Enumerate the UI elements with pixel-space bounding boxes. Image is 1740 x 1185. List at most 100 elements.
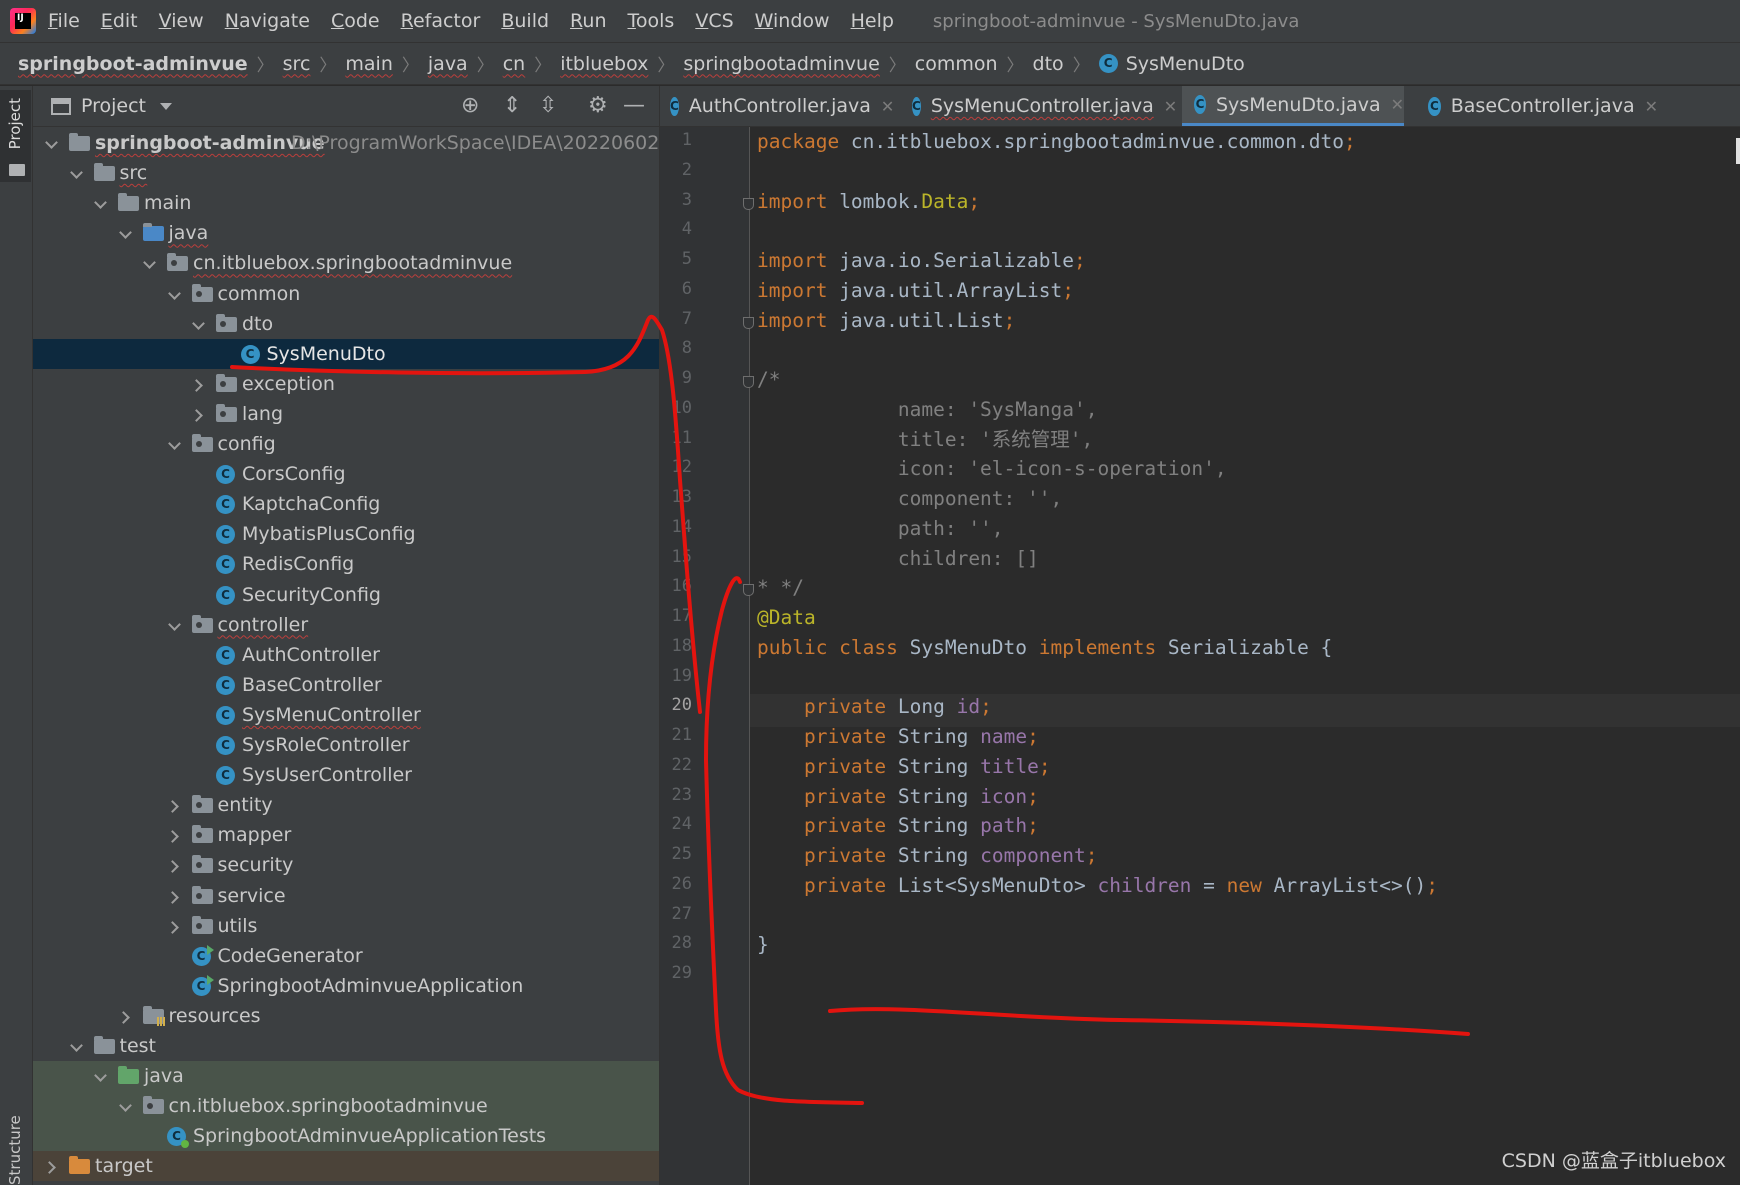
breadcrumb-item-springbootadminvue[interactable]: springbootadminvue: [683, 53, 879, 75]
line-number[interactable]: 17: [660, 606, 692, 626]
tree-item-lang[interactable]: lang: [33, 399, 659, 429]
project-panel-title[interactable]: Project: [81, 95, 146, 117]
breadcrumb-item-src[interactable]: src: [283, 53, 311, 75]
tree-item-corsconfig[interactable]: C CorsConfig: [33, 459, 659, 489]
line-number[interactable]: 22: [660, 755, 692, 775]
menu-build[interactable]: Build: [501, 10, 549, 32]
line-number[interactable]: 20: [660, 695, 692, 715]
tree-item-src[interactable]: src: [33, 158, 659, 188]
close-icon[interactable]: ✕: [1164, 97, 1177, 116]
line-number[interactable]: 29: [660, 963, 692, 983]
scrollbar-marker[interactable]: [1736, 138, 1740, 164]
line-number[interactable]: 7: [660, 309, 692, 329]
menu-window[interactable]: Window: [755, 10, 830, 32]
gear-icon[interactable]: ⚙: [588, 94, 608, 118]
tree-item-service[interactable]: service: [33, 881, 659, 911]
tree-item-sysmenudto[interactable]: C SysMenuDto: [33, 338, 659, 369]
line-number[interactable]: 27: [660, 904, 692, 924]
tree-item-sysmenucontroller[interactable]: C SysMenuController: [33, 700, 659, 730]
fold-marker-icon[interactable]: [743, 584, 754, 597]
breadcrumb-item-dto[interactable]: dto: [1033, 53, 1064, 75]
tree-item-application[interactable]: C SpringbootAdminvueApplication: [33, 971, 659, 1001]
breadcrumb-item-common[interactable]: common: [915, 53, 998, 75]
close-icon[interactable]: ✕: [1645, 97, 1658, 116]
menu-run[interactable]: Run: [570, 10, 606, 32]
tree-item-redisconfig[interactable]: C RedisConfig: [33, 549, 659, 579]
line-number[interactable]: 25: [660, 844, 692, 864]
tree-item-authcontroller[interactable]: C AuthController: [33, 640, 659, 670]
line-number[interactable]: 8: [660, 338, 692, 358]
line-number[interactable]: 18: [660, 636, 692, 656]
menu-tools[interactable]: Tools: [628, 10, 675, 32]
line-number[interactable]: 5: [660, 249, 692, 269]
line-number[interactable]: 12: [660, 457, 692, 477]
line-number[interactable]: 28: [660, 933, 692, 953]
tree-item-controller[interactable]: controller: [33, 610, 659, 640]
tree-item-application-tests[interactable]: C SpringbootAdminvueApplicationTests: [33, 1121, 659, 1152]
breadcrumb-item-cn[interactable]: cn: [503, 53, 526, 75]
minimize-icon[interactable]: —: [623, 94, 645, 118]
fold-marker-icon[interactable]: [743, 376, 754, 388]
tree-item-kaptchaconfig[interactable]: C KaptchaConfig: [33, 489, 659, 519]
tree-item-mapper[interactable]: mapper: [33, 820, 659, 850]
locate-file-icon[interactable]: ⊕: [461, 94, 479, 118]
tree-item-exception[interactable]: exception: [33, 369, 659, 399]
expand-all-icon[interactable]: ⇕: [503, 94, 521, 118]
menu-edit[interactable]: Edit: [101, 10, 138, 32]
tree-item-test-java[interactable]: java: [33, 1061, 659, 1092]
menu-view[interactable]: View: [159, 10, 204, 32]
tree-item-dto[interactable]: dto: [33, 309, 659, 339]
tree-item-common[interactable]: common: [33, 279, 659, 309]
collapse-all-icon[interactable]: ⇳: [539, 94, 557, 118]
chevron-down-icon[interactable]: [160, 102, 173, 110]
tree-item-target[interactable]: target: [33, 1151, 659, 1182]
fold-marker-icon[interactable]: [743, 197, 754, 210]
line-number[interactable]: 3: [660, 190, 692, 210]
menu-file[interactable]: File: [48, 10, 80, 32]
tab-authcontroller[interactable]: C AuthController.java ✕: [670, 86, 894, 126]
breadcrumb-item-java[interactable]: java: [428, 53, 468, 75]
tree-item-sysusercontroller[interactable]: C SysUserController: [33, 760, 659, 790]
tab-sysmenudto[interactable]: C SysMenuDto.java ✕: [1182, 86, 1404, 126]
line-number[interactable]: 24: [660, 814, 692, 834]
tree-item-main[interactable]: main: [33, 188, 659, 218]
line-number[interactable]: 9: [660, 368, 692, 388]
code-area[interactable]: package cn.itbluebox.springbootadminvue.…: [757, 127, 1737, 1185]
line-number[interactable]: 13: [660, 487, 692, 507]
menu-help[interactable]: Help: [851, 10, 894, 32]
tab-basecontroller[interactable]: C BaseController.java ✕: [1418, 86, 1658, 126]
menu-vcs[interactable]: VCS: [695, 10, 733, 32]
menu-refactor[interactable]: Refactor: [401, 10, 481, 32]
tree-item-mybatisplusconfig[interactable]: C MybatisPlusConfig: [33, 519, 659, 549]
menu-code[interactable]: Code: [331, 10, 380, 32]
tree-item-securityconfig[interactable]: C SecurityConfig: [33, 580, 659, 610]
tree-item-test-package[interactable]: cn.itbluebox.springbootadminvue: [33, 1091, 659, 1122]
structure-tool-window-tab[interactable]: Structure: [6, 1115, 24, 1185]
breadcrumb-item-sysmenudto[interactable]: SysMenuDto: [1126, 53, 1245, 75]
tree-item-resources[interactable]: resources: [33, 1001, 659, 1031]
tree-item-java[interactable]: java: [33, 218, 659, 248]
breadcrumb-item-main[interactable]: main: [345, 53, 392, 75]
line-number[interactable]: 15: [660, 547, 692, 567]
breadcrumb-item-itbluebox[interactable]: itbluebox: [560, 53, 648, 75]
tree-item-security[interactable]: security: [33, 850, 659, 880]
line-number[interactable]: 4: [660, 219, 692, 239]
tree-item-basecontroller[interactable]: C BaseController: [33, 670, 659, 700]
tree-item-package-main[interactable]: cn.itbluebox.springbootadminvue: [33, 248, 659, 278]
tree-item-config[interactable]: config: [33, 429, 659, 459]
line-number[interactable]: 1: [660, 130, 692, 150]
line-number[interactable]: 2: [660, 160, 692, 180]
line-number[interactable]: 26: [660, 874, 692, 894]
close-icon[interactable]: ✕: [1391, 95, 1404, 114]
tree-item-sysrolecontroller[interactable]: C SysRoleController: [33, 730, 659, 760]
breadcrumb-item-project[interactable]: springboot-adminvue: [18, 53, 248, 75]
tree-item-utils[interactable]: utils: [33, 911, 659, 941]
project-tool-window-tab[interactable]: Project: [0, 90, 31, 182]
tree-item-project-root[interactable]: springboot-adminvue D:\ProgramWorkSpace\I…: [33, 128, 659, 158]
line-number[interactable]: 21: [660, 725, 692, 745]
line-number[interactable]: 23: [660, 785, 692, 805]
line-number[interactable]: 19: [660, 666, 692, 686]
tree-item-entity[interactable]: entity: [33, 790, 659, 820]
tab-sysmenucontroller[interactable]: C SysMenuController.java ✕: [912, 86, 1177, 126]
line-number[interactable]: 14: [660, 517, 692, 537]
